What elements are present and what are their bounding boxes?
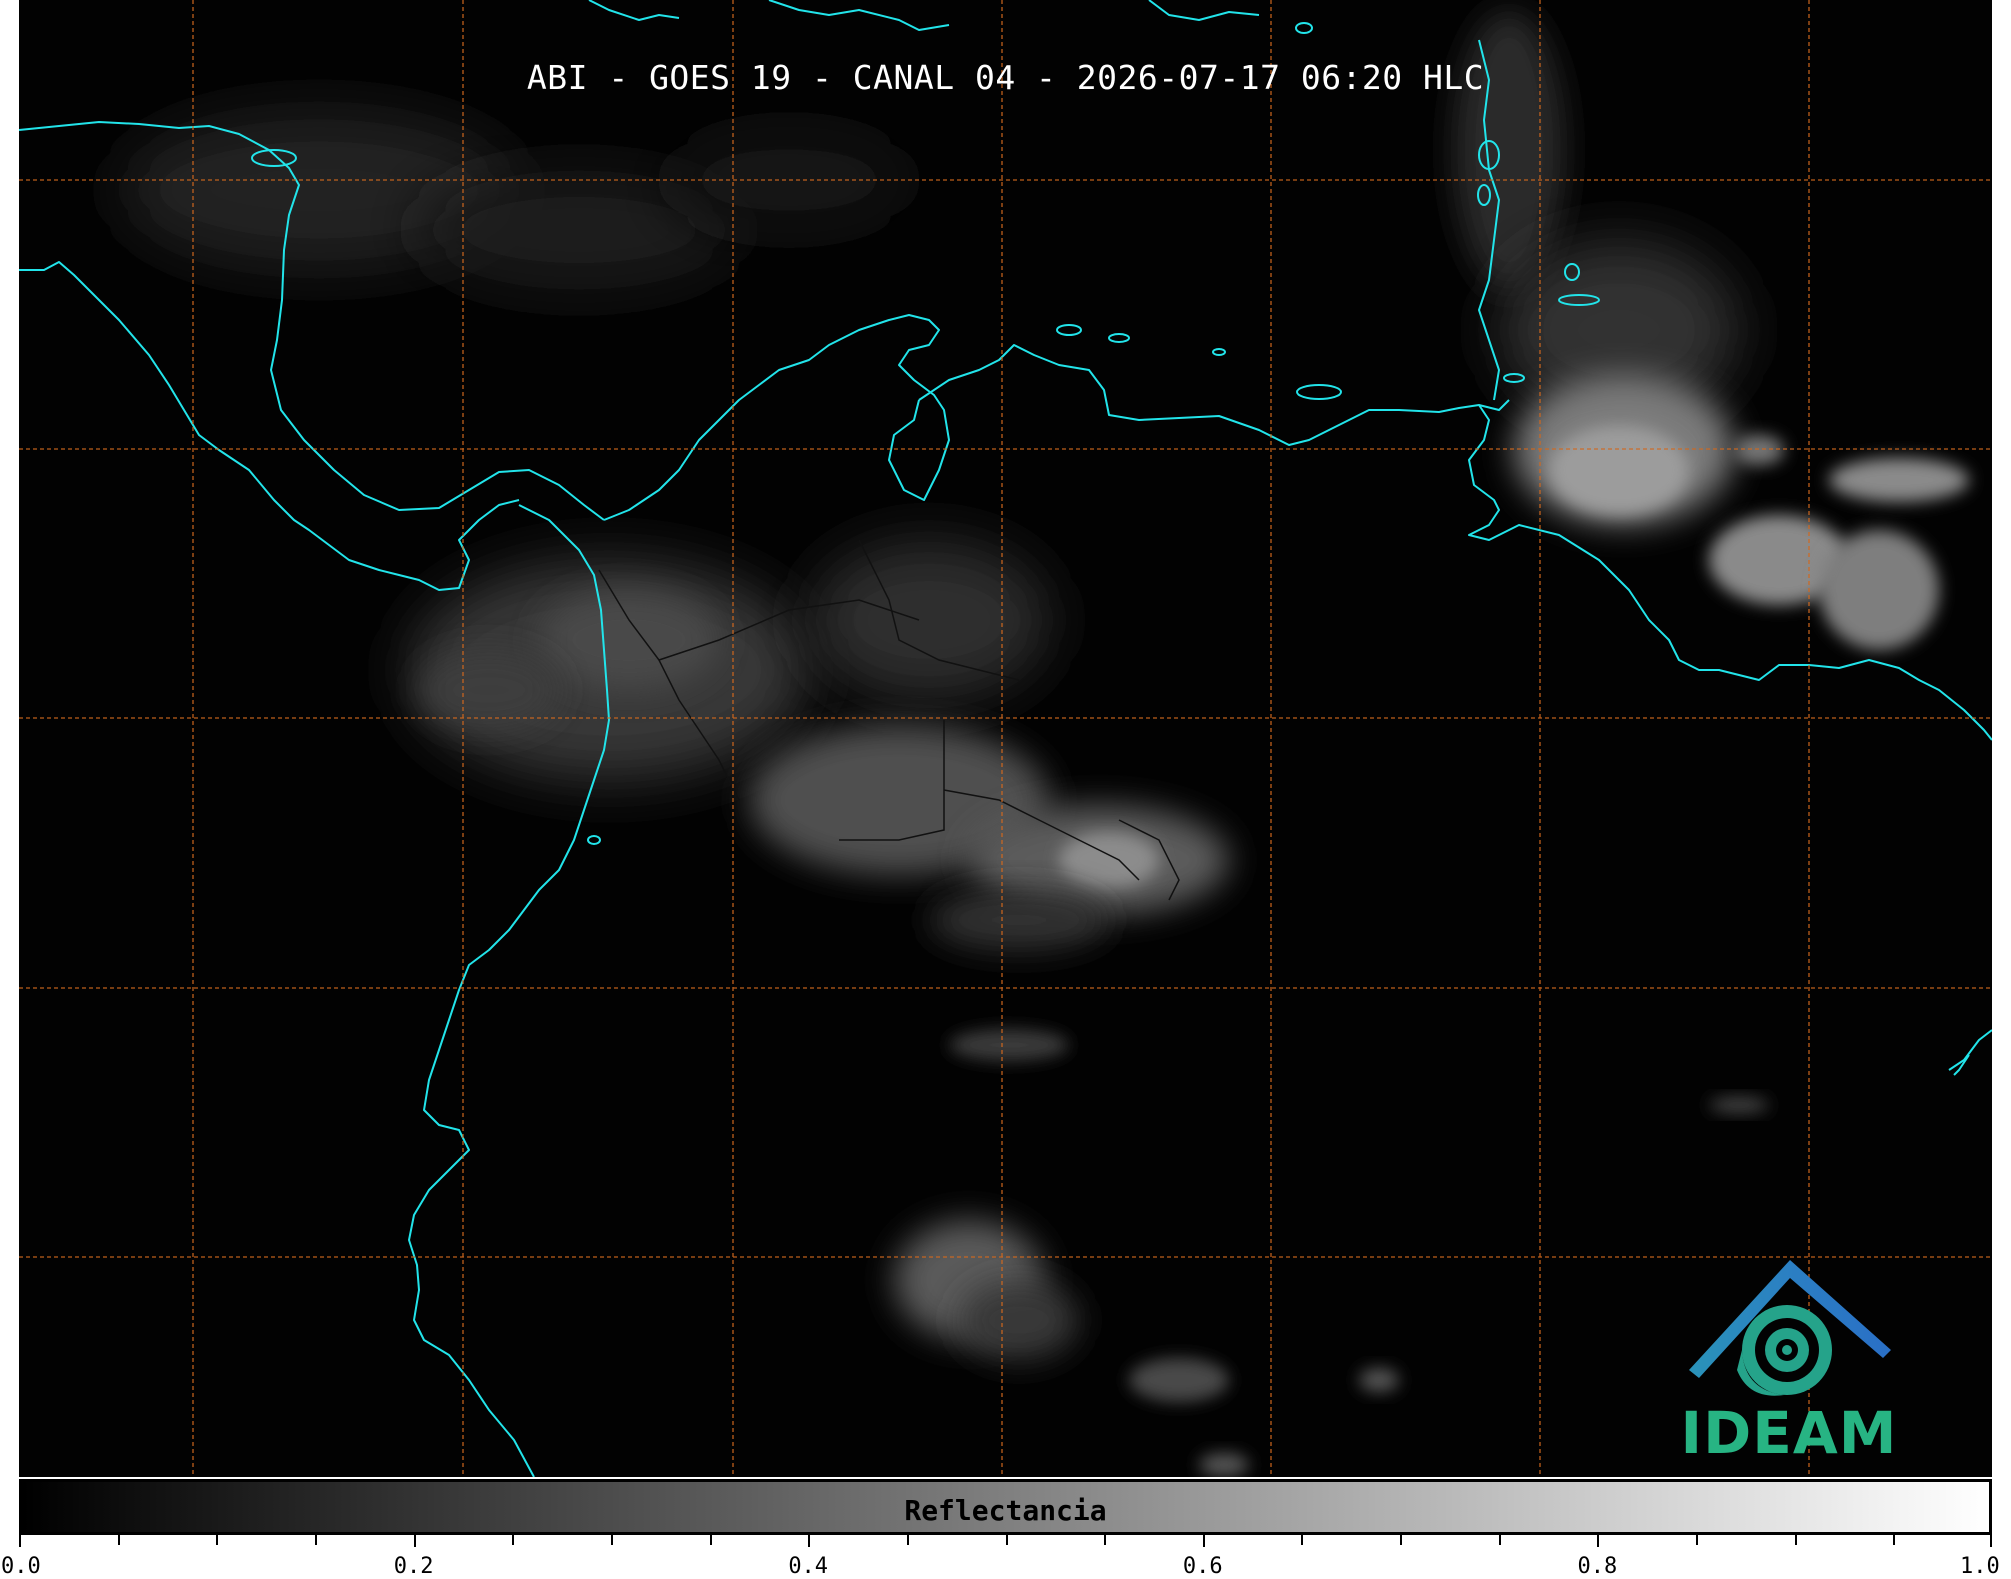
cloud-mass <box>1819 530 1939 650</box>
major-tick <box>19 1535 21 1547</box>
major-tick <box>1202 1535 1205 1547</box>
tick-label: 0.2 <box>393 1554 434 1579</box>
cloud-mass <box>1734 435 1784 465</box>
cloud-mass <box>809 540 1049 700</box>
tick-label: 0.8 <box>1577 1554 1618 1579</box>
colorbar-ticks: 0.0 0.2 0.4 0.6 0.8 1.0 <box>1 1535 2000 1579</box>
minor-tick <box>512 1535 515 1545</box>
cloud-mass <box>1059 832 1159 888</box>
island <box>587 835 601 845</box>
minor-tick <box>1301 1535 1304 1545</box>
satellite-map[interactable]: ABI - GOES 19 - CANAL 04 - 2026-07-17 06… <box>19 0 1992 1477</box>
swirl-shape <box>1782 1345 1792 1355</box>
tick-label: 0.4 <box>788 1554 829 1579</box>
map-title: ABI - GOES 19 - CANAL 04 - 2026-07-17 06… <box>526 58 1485 97</box>
coastline <box>603 314 950 521</box>
major-tick <box>413 1535 416 1547</box>
cloud-mass <box>1359 1368 1399 1392</box>
cloud-mass <box>1129 1358 1229 1402</box>
minor-tick <box>1893 1535 1896 1545</box>
colorbar-label: Reflectancia <box>904 1494 1107 1527</box>
tick-label: 0.0 <box>1 1554 41 1579</box>
tick-label: 1.0 <box>1960 1554 2000 1579</box>
minor-tick <box>1005 1535 1008 1545</box>
minor-tick <box>216 1535 219 1545</box>
minor-tick <box>1794 1535 1797 1545</box>
ideam-logo: IDEAM <box>1659 1250 1919 1475</box>
cloud-mass <box>959 1280 1079 1360</box>
island <box>1212 348 1226 356</box>
tick-label: 0.6 <box>1182 1554 1223 1579</box>
cloud-mass <box>1829 458 1969 502</box>
minor-tick <box>117 1535 120 1545</box>
major-tick <box>808 1535 811 1547</box>
colorbar: Reflectancia <box>19 1479 1992 1535</box>
coastline <box>1948 1029 1992 1071</box>
logo-text: IDEAM <box>1680 1399 1898 1467</box>
island <box>1295 22 1313 34</box>
minor-tick <box>1498 1535 1501 1545</box>
cloud-mass <box>1549 425 1689 515</box>
minor-tick <box>314 1535 317 1545</box>
coastline <box>588 0 680 21</box>
coastline <box>1148 0 1260 21</box>
minor-tick <box>1104 1535 1107 1545</box>
cloud-mass <box>929 890 1109 950</box>
coastline <box>918 344 1510 446</box>
minor-tick <box>906 1535 909 1545</box>
minor-tick <box>1696 1535 1699 1545</box>
minor-tick <box>1400 1535 1403 1545</box>
island <box>1056 324 1082 336</box>
minor-tick <box>709 1535 712 1545</box>
cloud-mass <box>1709 1097 1769 1113</box>
major-tick <box>1597 1535 1600 1547</box>
cloud-mass <box>1199 1453 1249 1477</box>
island <box>1296 384 1342 400</box>
cloud-mass <box>1454 10 1564 290</box>
cloud-mass <box>539 590 719 690</box>
coastline <box>768 0 950 31</box>
minor-tick <box>610 1535 613 1545</box>
major-tick <box>1990 1535 1992 1547</box>
island <box>1108 333 1130 343</box>
cloud-mass <box>949 1029 1069 1061</box>
coastline <box>19 261 520 591</box>
